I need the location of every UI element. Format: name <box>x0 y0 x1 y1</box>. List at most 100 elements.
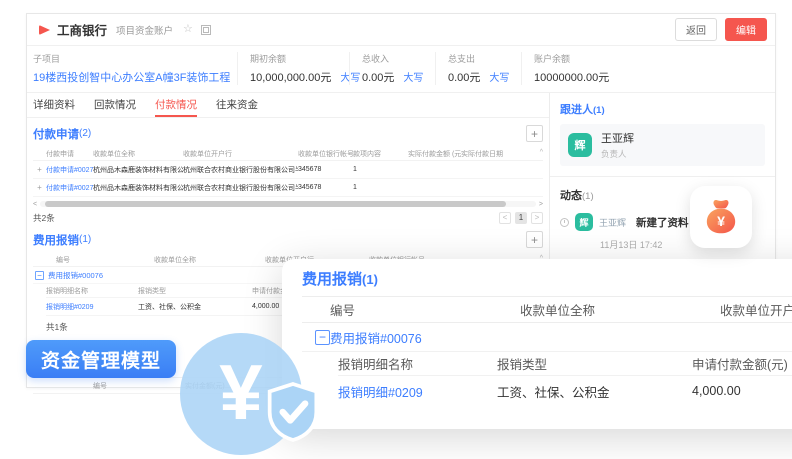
col-header: 实际付款金额 (元) <box>408 149 461 159</box>
expense-link[interactable]: 费用报销#00076 <box>330 328 792 347</box>
prev-page-button[interactable]: < <box>499 212 511 224</box>
col-header: 报销明细名称 <box>338 354 497 373</box>
row-count: 共2条 <box>33 212 55 224</box>
pagination: < 1 > <box>499 212 543 224</box>
shield-check-icon <box>265 381 321 448</box>
field-value: 0.00元 <box>448 69 480 85</box>
popup-table-header: 编号 收款单位全称 收款单位开户行 <box>302 296 792 323</box>
add-payment-request-button[interactable]: + <box>526 125 543 142</box>
edit-button[interactable]: 编辑 <box>725 18 767 41</box>
yen-symbol: ¥ <box>219 353 262 431</box>
next-page-button[interactable]: > <box>531 212 543 224</box>
cell-account: 345678 <box>298 184 353 191</box>
scroll-right-icon[interactable]: > <box>539 201 543 208</box>
field-label: 账户余额 <box>534 52 661 65</box>
summary-opening-balance: 期初余额 10,000,000.00元 大写 <box>237 52 349 85</box>
table-row: + 付款申请#00274 杭州品木森鹿装饰材料有限公司 杭州联合农村商业银行股份… <box>33 161 543 179</box>
col-header: 付款申请 <box>46 149 93 159</box>
col-header: 报销类型 <box>138 286 252 296</box>
avatar: 辉 <box>568 133 592 157</box>
col-header: 收款单位全称 <box>520 300 720 319</box>
section-title: 付款申请 <box>33 126 79 142</box>
scrollbar-thumb[interactable] <box>45 201 506 207</box>
cell-type: 工资、社保、公积金 <box>497 382 692 401</box>
scroll-left-icon[interactable]: < <box>33 201 37 208</box>
cell-bank: 杭州联合农村商业银行股份有限公司半山支行 <box>183 183 298 193</box>
table-header: 付款申请 收款单位全称 收款单位开户行 收款单位银行帐号 款项内容 实际付款金额… <box>33 147 543 161</box>
summary-total-income: 总收入 0.00元 大写 <box>349 52 435 85</box>
money-bag-icon: ¥ <box>701 197 741 237</box>
payment-request-header: 付款申请 (2) + <box>33 125 543 142</box>
activity-count: (1) <box>582 191 594 202</box>
subproject-link[interactable]: 19楼西投创智中心办公室A幢3F装饰工程 <box>33 69 230 85</box>
payment-request-link[interactable]: 付款申请#00274 <box>46 165 93 175</box>
col-header: 编号 <box>46 255 154 265</box>
col-header: 编号 <box>93 381 185 391</box>
back-button[interactable]: 返回 <box>675 18 717 41</box>
col-header: 款项内容 <box>353 149 408 159</box>
expand-row-icon[interactable]: + <box>33 183 46 192</box>
popup-detail: 报销明细名称 报销类型 申请付款金额(元) 报销明细#0209 工资、社保、公积… <box>338 352 792 406</box>
field-label: 总支出 <box>448 52 511 65</box>
popup-expense-row: − 费用报销#00076 <box>302 323 792 352</box>
page-subtitle: 项目资金账户 <box>116 23 173 37</box>
field-label: 总收入 <box>362 52 425 65</box>
tab-collections[interactable]: 回款情况 <box>94 93 136 117</box>
cell-company: 杭州品木森鹿装饰材料有限公司 <box>93 183 183 193</box>
cell-content: 1 <box>353 184 408 191</box>
tab-payments[interactable]: 付款情况 <box>155 93 197 117</box>
screen: 工商银行 项目资金账户 ☆ 返回 编辑 子项目 19楼西投创智中心办公室A幢3F… <box>0 0 792 459</box>
cell-bank: 杭州联合农村商业银行股份有限公司半山支行 <box>183 165 298 175</box>
star-icon[interactable]: ☆ <box>183 24 193 35</box>
expand-icon[interactable] <box>201 25 211 35</box>
tab-details[interactable]: 详细资料 <box>33 93 75 117</box>
uppercase-link[interactable]: 大写 <box>489 69 509 84</box>
cell-type: 工资、社保、公积金 <box>138 302 252 312</box>
section-count: (1) <box>79 234 91 245</box>
horizontal-scrollbar[interactable]: < > <box>33 200 543 208</box>
col-header: 实际付款日期 <box>461 149 543 159</box>
cell-content: 1 <box>353 166 408 173</box>
table-footer: 共2条 < 1 > <box>33 212 543 224</box>
summary-total-expense: 总支出 0.00元 大写 <box>435 52 521 85</box>
payment-request-link[interactable]: 付款申请#00272 <box>46 183 93 193</box>
expense-link[interactable]: 费用报销#00076 <box>48 270 103 281</box>
tab-bar: 详细资料 回款情况 付款情况 往来资金 <box>27 93 549 118</box>
bank-logo-icon <box>39 25 50 35</box>
collapse-row-icon[interactable]: − <box>315 330 330 345</box>
col-header: 收款单位银行帐号 <box>298 149 353 159</box>
detail-link[interactable]: 报销明细#0209 <box>338 382 497 401</box>
col-header: 收款单位全称 <box>154 255 265 265</box>
add-expense-button[interactable]: + <box>526 231 543 248</box>
col-header: 申请付款金额(元) <box>692 354 792 373</box>
col-header: 收款单位开户行 <box>720 300 792 319</box>
avatar: 辉 <box>575 213 593 231</box>
divider <box>550 176 775 177</box>
detail-header: 报销明细名称 报销类型 申请付款金额(元) <box>338 352 792 376</box>
follower-role: 负责人 <box>601 148 634 160</box>
summary-account-balance: 账户余额 10000000.00元 <box>521 52 671 85</box>
popup-title: 费用报销(1) <box>302 268 792 289</box>
section-count: (2) <box>79 128 91 139</box>
detail-link[interactable]: 报销明细#0209 <box>46 302 138 312</box>
money-bag-card[interactable]: ¥ <box>690 186 752 248</box>
follower-card[interactable]: 辉 王亚辉 负责人 <box>560 124 765 166</box>
popup-count: (1) <box>362 272 378 287</box>
detail-row: 报销明细#0209 工资、社保、公积金 4,000.00 <box>338 376 792 406</box>
col-header: 报销明细名称 <box>46 286 138 296</box>
page-title: 工商银行 <box>57 20 107 39</box>
scroll-up-icon[interactable]: ^ <box>540 149 543 156</box>
follower-name: 王亚辉 <box>601 130 634 146</box>
expand-row-icon[interactable]: + <box>33 165 46 174</box>
popup-title-text: 费用报销 <box>302 271 362 288</box>
uppercase-link[interactable]: 大写 <box>403 69 423 84</box>
activity-action: 新建了资料 <box>636 215 689 230</box>
tab-transactions[interactable]: 往来资金 <box>216 93 258 117</box>
cell-amount: 4,000.00 <box>692 384 792 398</box>
col-header: 报销类型 <box>497 354 692 373</box>
field-value: 10,000,000.00元 <box>250 69 331 85</box>
expense-popup: 费用报销(1) 编号 收款单位全称 收款单位开户行 − 费用报销#00076 报… <box>282 259 792 429</box>
current-page[interactable]: 1 <box>515 212 527 224</box>
collapse-row-icon[interactable]: − <box>35 271 44 280</box>
followers-label: 跟进人 <box>560 104 593 116</box>
